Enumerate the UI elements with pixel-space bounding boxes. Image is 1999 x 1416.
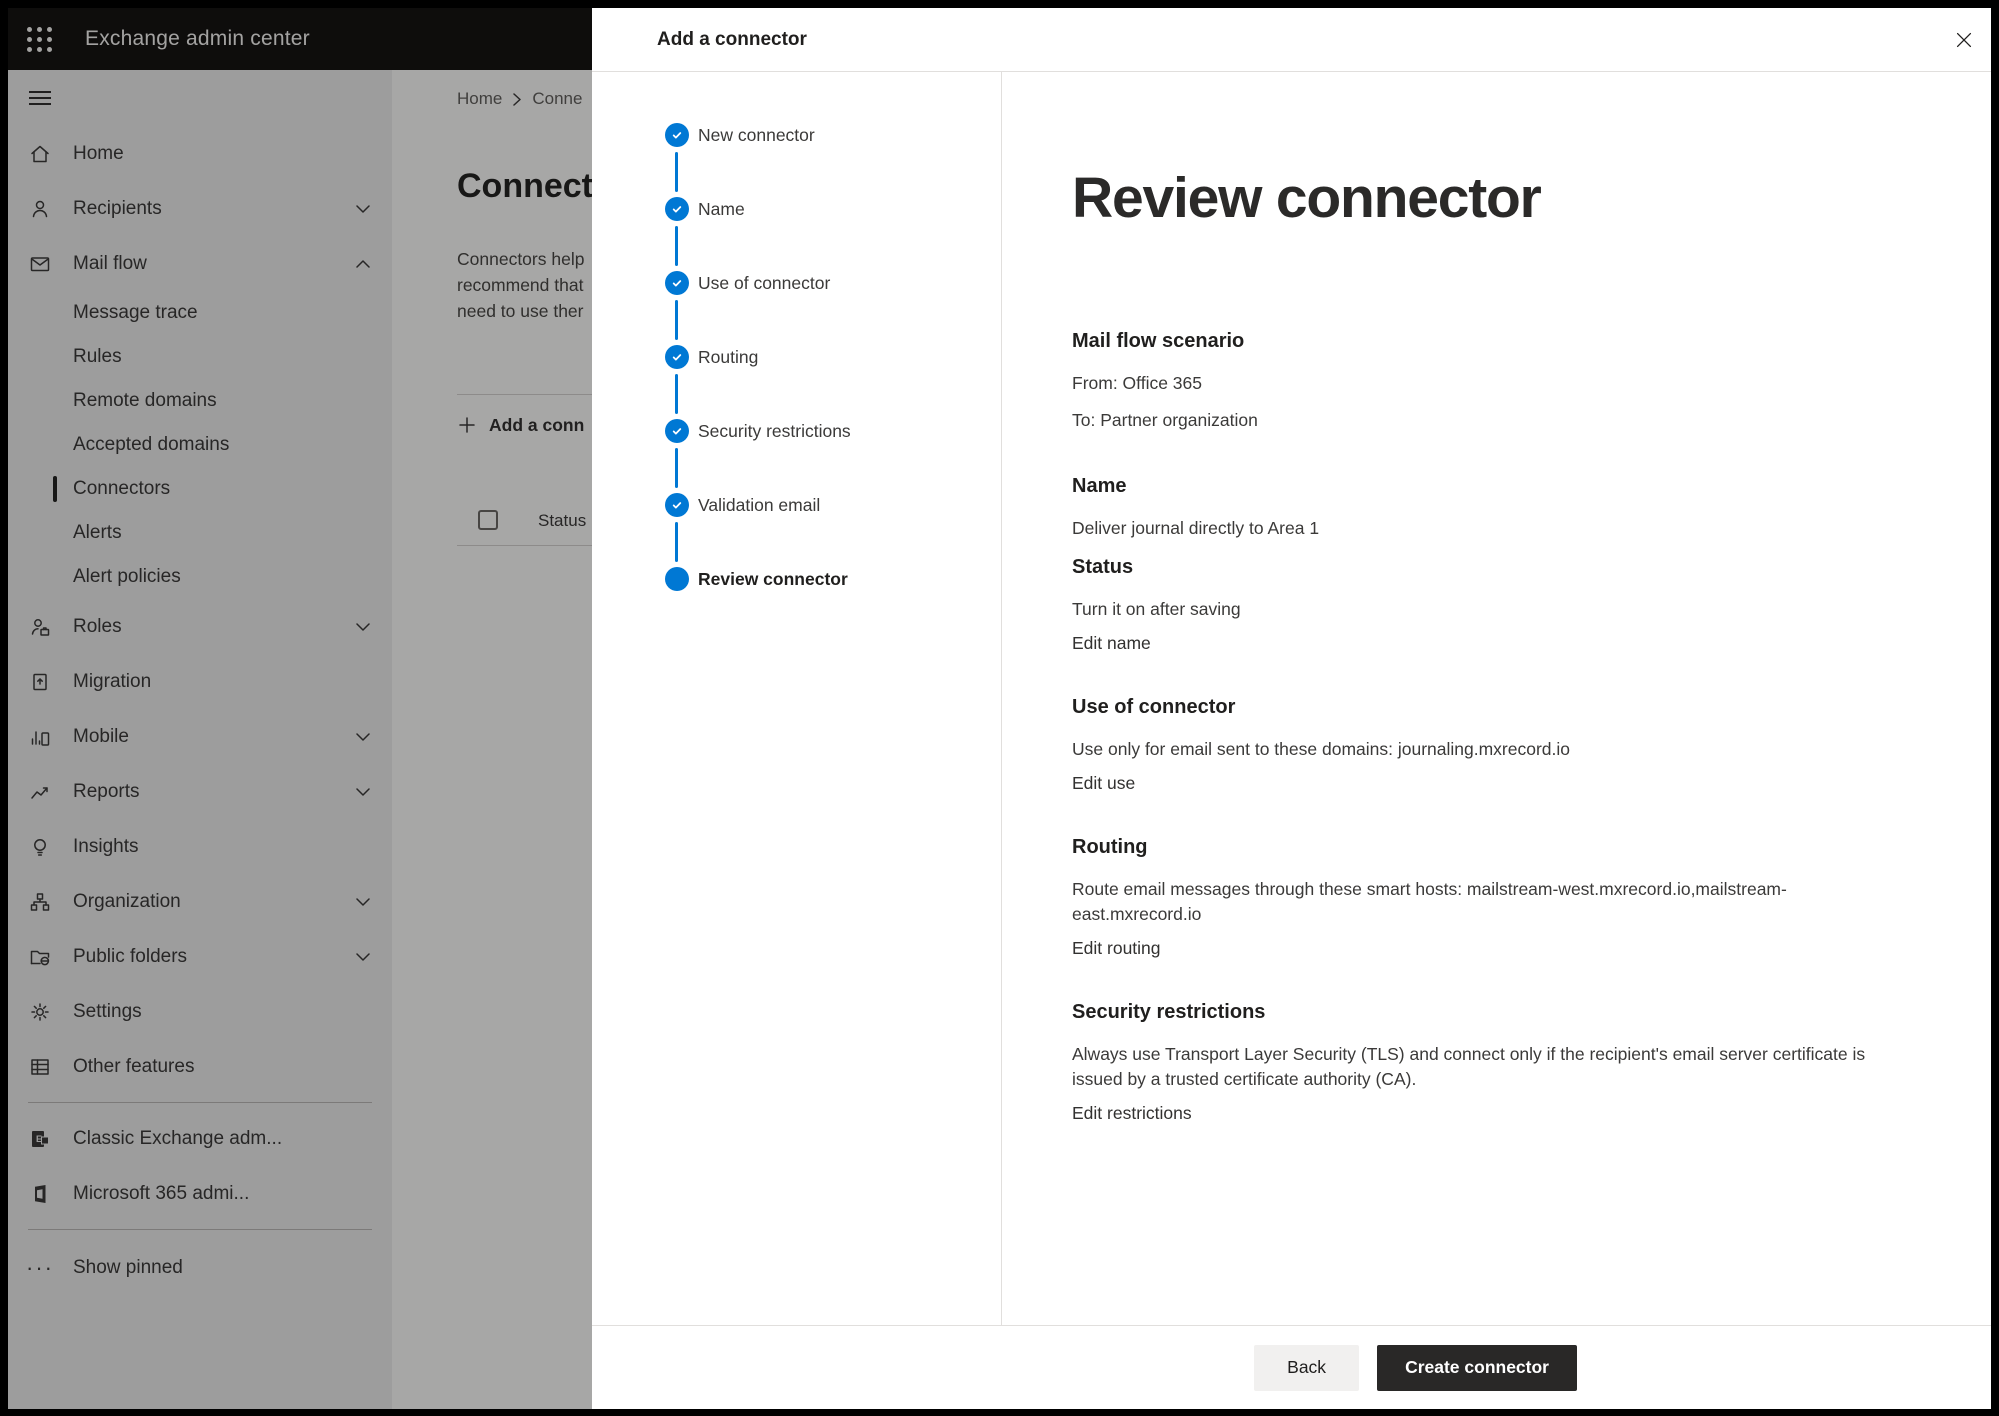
back-button[interactable]: Back [1254, 1345, 1359, 1391]
panel-title: Add a connector [657, 29, 807, 51]
close-icon [1953, 29, 1975, 51]
close-button[interactable] [1945, 21, 1983, 59]
section-title: Security restrictions [1072, 1001, 1951, 1024]
create-connector-button[interactable]: Create connector [1377, 1345, 1577, 1391]
app-window: Exchange admin center Home Recipients Ma… [8, 8, 1991, 1409]
routing-value: Route email messages through these smart… [1072, 877, 1872, 927]
step-complete-icon [665, 197, 689, 221]
use-of-connector-value: Use only for email sent to these domains… [1072, 737, 1872, 762]
edit-use-link[interactable]: Edit use [1072, 773, 1135, 794]
section-routing: Routing Route email messages through the… [1072, 836, 1951, 959]
step-complete-icon [665, 271, 689, 295]
step-review-connector[interactable]: Review connector [592, 567, 1001, 641]
section-title: Mail flow scenario [1072, 330, 1951, 353]
step-use-of-connector[interactable]: Use of connector [592, 271, 1001, 345]
step-complete-icon [665, 493, 689, 517]
step-new-connector[interactable]: New connector [592, 123, 1001, 197]
section-title: Use of connector [1072, 696, 1951, 719]
mail-flow-from: From: Office 365 [1072, 371, 1872, 396]
step-validation-email[interactable]: Validation email [592, 493, 1001, 567]
security-restrictions-value: Always use Transport Layer Security (TLS… [1072, 1042, 1872, 1092]
step-complete-icon [665, 419, 689, 443]
edit-restrictions-link[interactable]: Edit restrictions [1072, 1103, 1192, 1124]
step-current-icon [665, 567, 689, 591]
connector-name-value: Deliver journal directly to Area 1 [1072, 516, 1872, 541]
review-heading: Review connector [1072, 164, 1951, 232]
review-content: Review connector Mail flow scenario From… [1002, 72, 1991, 1325]
edit-name-link[interactable]: Edit name [1072, 633, 1151, 654]
panel-header: Add a connector [592, 8, 1991, 72]
panel-footer: Back Create connector [592, 1325, 1991, 1409]
section-title: Name [1072, 475, 1951, 498]
edit-routing-link[interactable]: Edit routing [1072, 938, 1161, 959]
add-connector-panel: Add a connector New connector Name [592, 8, 1991, 1409]
section-title: Routing [1072, 836, 1951, 859]
section-use-of-connector: Use of connector Use only for email sent… [1072, 696, 1951, 794]
step-security-restrictions[interactable]: Security restrictions [592, 419, 1001, 493]
step-routing[interactable]: Routing [592, 345, 1001, 419]
status-value: Turn it on after saving [1072, 597, 1872, 622]
section-mail-flow-scenario: Mail flow scenario From: Office 365 To: … [1072, 330, 1951, 433]
wizard-steps: New connector Name Use of connector Rout… [592, 72, 1002, 1325]
mail-flow-to: To: Partner organization [1072, 408, 1872, 433]
step-name[interactable]: Name [592, 197, 1001, 271]
section-name: Name Deliver journal directly to Area 1 … [1072, 475, 1951, 654]
step-complete-icon [665, 123, 689, 147]
step-complete-icon [665, 345, 689, 369]
section-security-restrictions: Security restrictions Always use Transpo… [1072, 1001, 1951, 1124]
status-title: Status [1072, 556, 1951, 579]
